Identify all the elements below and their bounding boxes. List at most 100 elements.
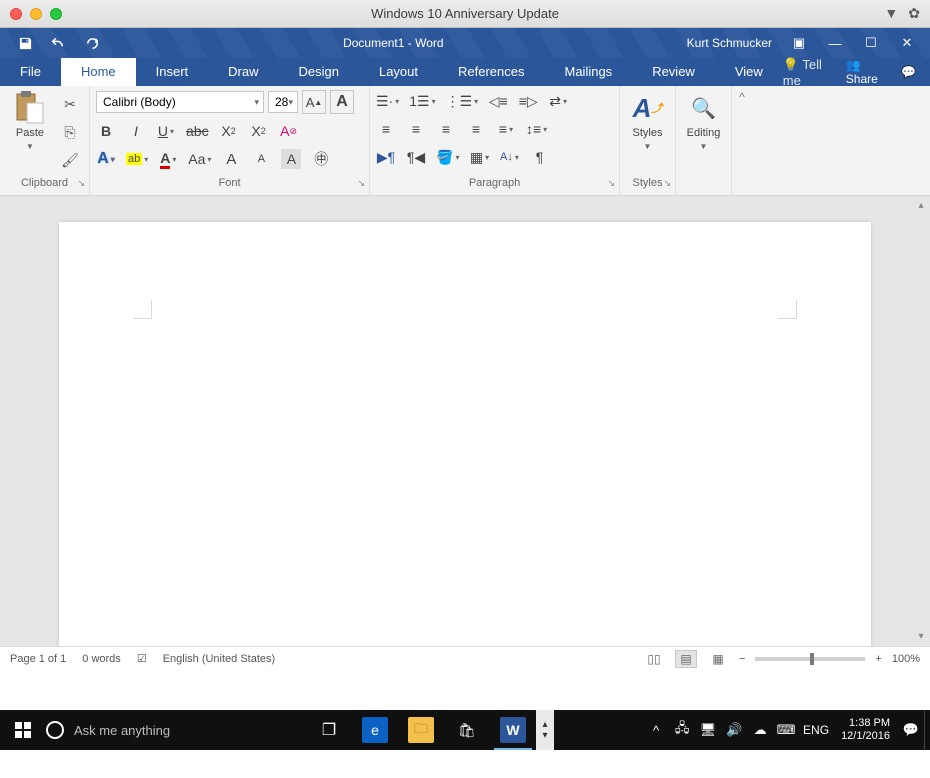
line-spacing-icon[interactable]: ↕≡: [526, 119, 547, 139]
char-shading-icon[interactable]: A: [281, 149, 301, 169]
zoom-in-icon[interactable]: +: [875, 653, 881, 665]
justify-icon[interactable]: ≡: [466, 119, 486, 139]
keyboard-icon[interactable]: ⌨: [773, 722, 799, 738]
show-marks-icon[interactable]: ¶: [529, 147, 549, 167]
show-desktop-button[interactable]: [924, 710, 930, 750]
font-launcher-icon[interactable]: ↘: [357, 178, 365, 189]
ltr-icon[interactable]: ▶¶: [376, 147, 396, 167]
superscript-button[interactable]: X2: [249, 121, 269, 141]
enclose-char-icon[interactable]: ㊥: [311, 149, 331, 169]
underline-button[interactable]: U: [156, 121, 176, 141]
redo-icon[interactable]: [85, 36, 100, 51]
tab-mailings[interactable]: Mailings: [545, 58, 633, 86]
clear-format-icon[interactable]: A⊘: [279, 121, 299, 141]
tell-me[interactable]: 💡 Tell me: [783, 57, 828, 88]
language-indicator[interactable]: ENG: [799, 723, 833, 737]
store-app-icon[interactable]: 🛍: [444, 710, 490, 750]
save-icon[interactable]: [18, 36, 33, 51]
language-status[interactable]: English (United States): [163, 653, 276, 665]
align-left-icon[interactable]: ≡: [376, 119, 396, 139]
align-center-icon[interactable]: ≡: [406, 119, 426, 139]
tab-draw[interactable]: Draw: [208, 58, 278, 86]
task-view-icon[interactable]: ❐: [306, 710, 352, 750]
text-effects-icon[interactable]: A: [96, 149, 116, 169]
collapse-ribbon-icon[interactable]: ^: [732, 86, 752, 195]
decrease-indent-icon[interactable]: ◁≡: [488, 91, 508, 111]
font-color-icon[interactable]: A: [158, 149, 178, 169]
multilevel-icon[interactable]: ⋮☰: [446, 91, 479, 111]
shrink-font2-icon[interactable]: A: [251, 149, 271, 169]
shrink-font-icon[interactable]: A: [330, 90, 354, 114]
explorer-app-icon[interactable]: 🗀: [398, 710, 444, 750]
word-count[interactable]: 0 words: [82, 653, 121, 665]
spellcheck-icon[interactable]: ☑: [137, 652, 147, 665]
document-page[interactable]: [59, 222, 871, 646]
paragraph-launcher-icon[interactable]: ↘: [607, 178, 615, 189]
comments-icon[interactable]: 💬: [901, 65, 916, 79]
tab-layout[interactable]: Layout: [359, 58, 438, 86]
bold-button[interactable]: B: [96, 121, 116, 141]
read-mode-icon[interactable]: ▯▯: [643, 650, 665, 668]
onedrive-icon[interactable]: ☁: [747, 722, 773, 738]
zoom-out-icon[interactable]: −: [739, 653, 745, 665]
tab-design[interactable]: Design: [279, 58, 359, 86]
user-name[interactable]: Kurt Schmucker: [687, 36, 772, 50]
distributed-icon[interactable]: ≡: [496, 119, 516, 139]
editing-button[interactable]: 🔍 Editing ▼: [682, 90, 725, 176]
paste-button[interactable]: Paste ▼: [6, 90, 54, 176]
network-icon[interactable]: 🖧: [669, 719, 695, 741]
web-layout-icon[interactable]: ▦: [707, 650, 729, 668]
numbering-icon[interactable]: 1☰: [409, 91, 435, 111]
strike-button[interactable]: abc: [186, 121, 209, 141]
clock[interactable]: 1:38 PM 12/1/2016: [833, 717, 898, 743]
tab-view[interactable]: View: [715, 58, 783, 86]
volume-icon[interactable]: 🔊: [721, 722, 747, 738]
styles-button[interactable]: A⤴ Styles ▼: [626, 90, 669, 176]
cortana-search[interactable]: Ask me anything: [46, 710, 306, 750]
action-center-icon[interactable]: 💬: [898, 722, 924, 738]
copy-icon[interactable]: ⎘: [60, 122, 80, 142]
start-button[interactable]: [0, 710, 46, 750]
tab-insert[interactable]: Insert: [136, 58, 209, 86]
font-size-select[interactable]: 28: [268, 91, 298, 113]
zoom-level[interactable]: 100%: [892, 653, 920, 665]
undo-icon[interactable]: [51, 36, 67, 50]
subscript-button[interactable]: X2: [219, 121, 239, 141]
sort-icon[interactable]: A↓: [499, 147, 519, 167]
monitor-icon[interactable]: 🖥: [695, 722, 721, 738]
change-case-icon[interactable]: Aa: [188, 149, 211, 169]
word-app-icon[interactable]: W: [490, 710, 536, 750]
bullets-icon[interactable]: ☰·: [376, 91, 399, 111]
styles-launcher-icon[interactable]: ↘: [663, 178, 671, 189]
tab-review[interactable]: Review: [632, 58, 715, 86]
minimize-button[interactable]: —: [826, 36, 844, 51]
rtl-icon[interactable]: ¶◀: [406, 147, 426, 167]
shading-icon[interactable]: 🪣: [436, 147, 459, 167]
italic-button[interactable]: I: [126, 121, 146, 141]
ribbon-display-icon[interactable]: ▣: [790, 35, 808, 51]
tab-home[interactable]: Home: [61, 58, 136, 86]
maximize-button[interactable]: ☐: [862, 35, 880, 51]
edge-app-icon[interactable]: e: [352, 710, 398, 750]
font-name-select[interactable]: Calibri (Body): [96, 91, 264, 113]
format-painter-icon[interactable]: 🖌: [60, 150, 80, 170]
print-layout-icon[interactable]: ▤: [675, 650, 697, 668]
highlight-icon[interactable]: ab: [126, 149, 148, 169]
tab-references[interactable]: References: [438, 58, 544, 86]
align-right-icon[interactable]: ≡: [436, 119, 456, 139]
cut-icon[interactable]: ✂: [60, 94, 80, 114]
increase-indent-icon[interactable]: ≡▷: [518, 91, 538, 111]
borders-icon[interactable]: ▦: [469, 147, 489, 167]
left-right-icon[interactable]: ⇄: [548, 91, 568, 111]
page-status[interactable]: Page 1 of 1: [10, 653, 66, 665]
share-button[interactable]: 👥 Share: [846, 58, 883, 86]
vertical-scrollbar[interactable]: ▴▾: [914, 200, 928, 642]
close-button[interactable]: ✕: [898, 35, 916, 51]
tray-chevron-icon[interactable]: ^: [643, 723, 669, 738]
zoom-slider[interactable]: [755, 657, 865, 661]
grow-font-icon[interactable]: A▲: [302, 90, 326, 114]
clipboard-launcher-icon[interactable]: ↘: [77, 178, 85, 189]
tab-file[interactable]: File: [0, 58, 61, 86]
grow-font2-icon[interactable]: A: [221, 149, 241, 169]
scroll-apps-icon[interactable]: ▴▾: [536, 710, 554, 750]
